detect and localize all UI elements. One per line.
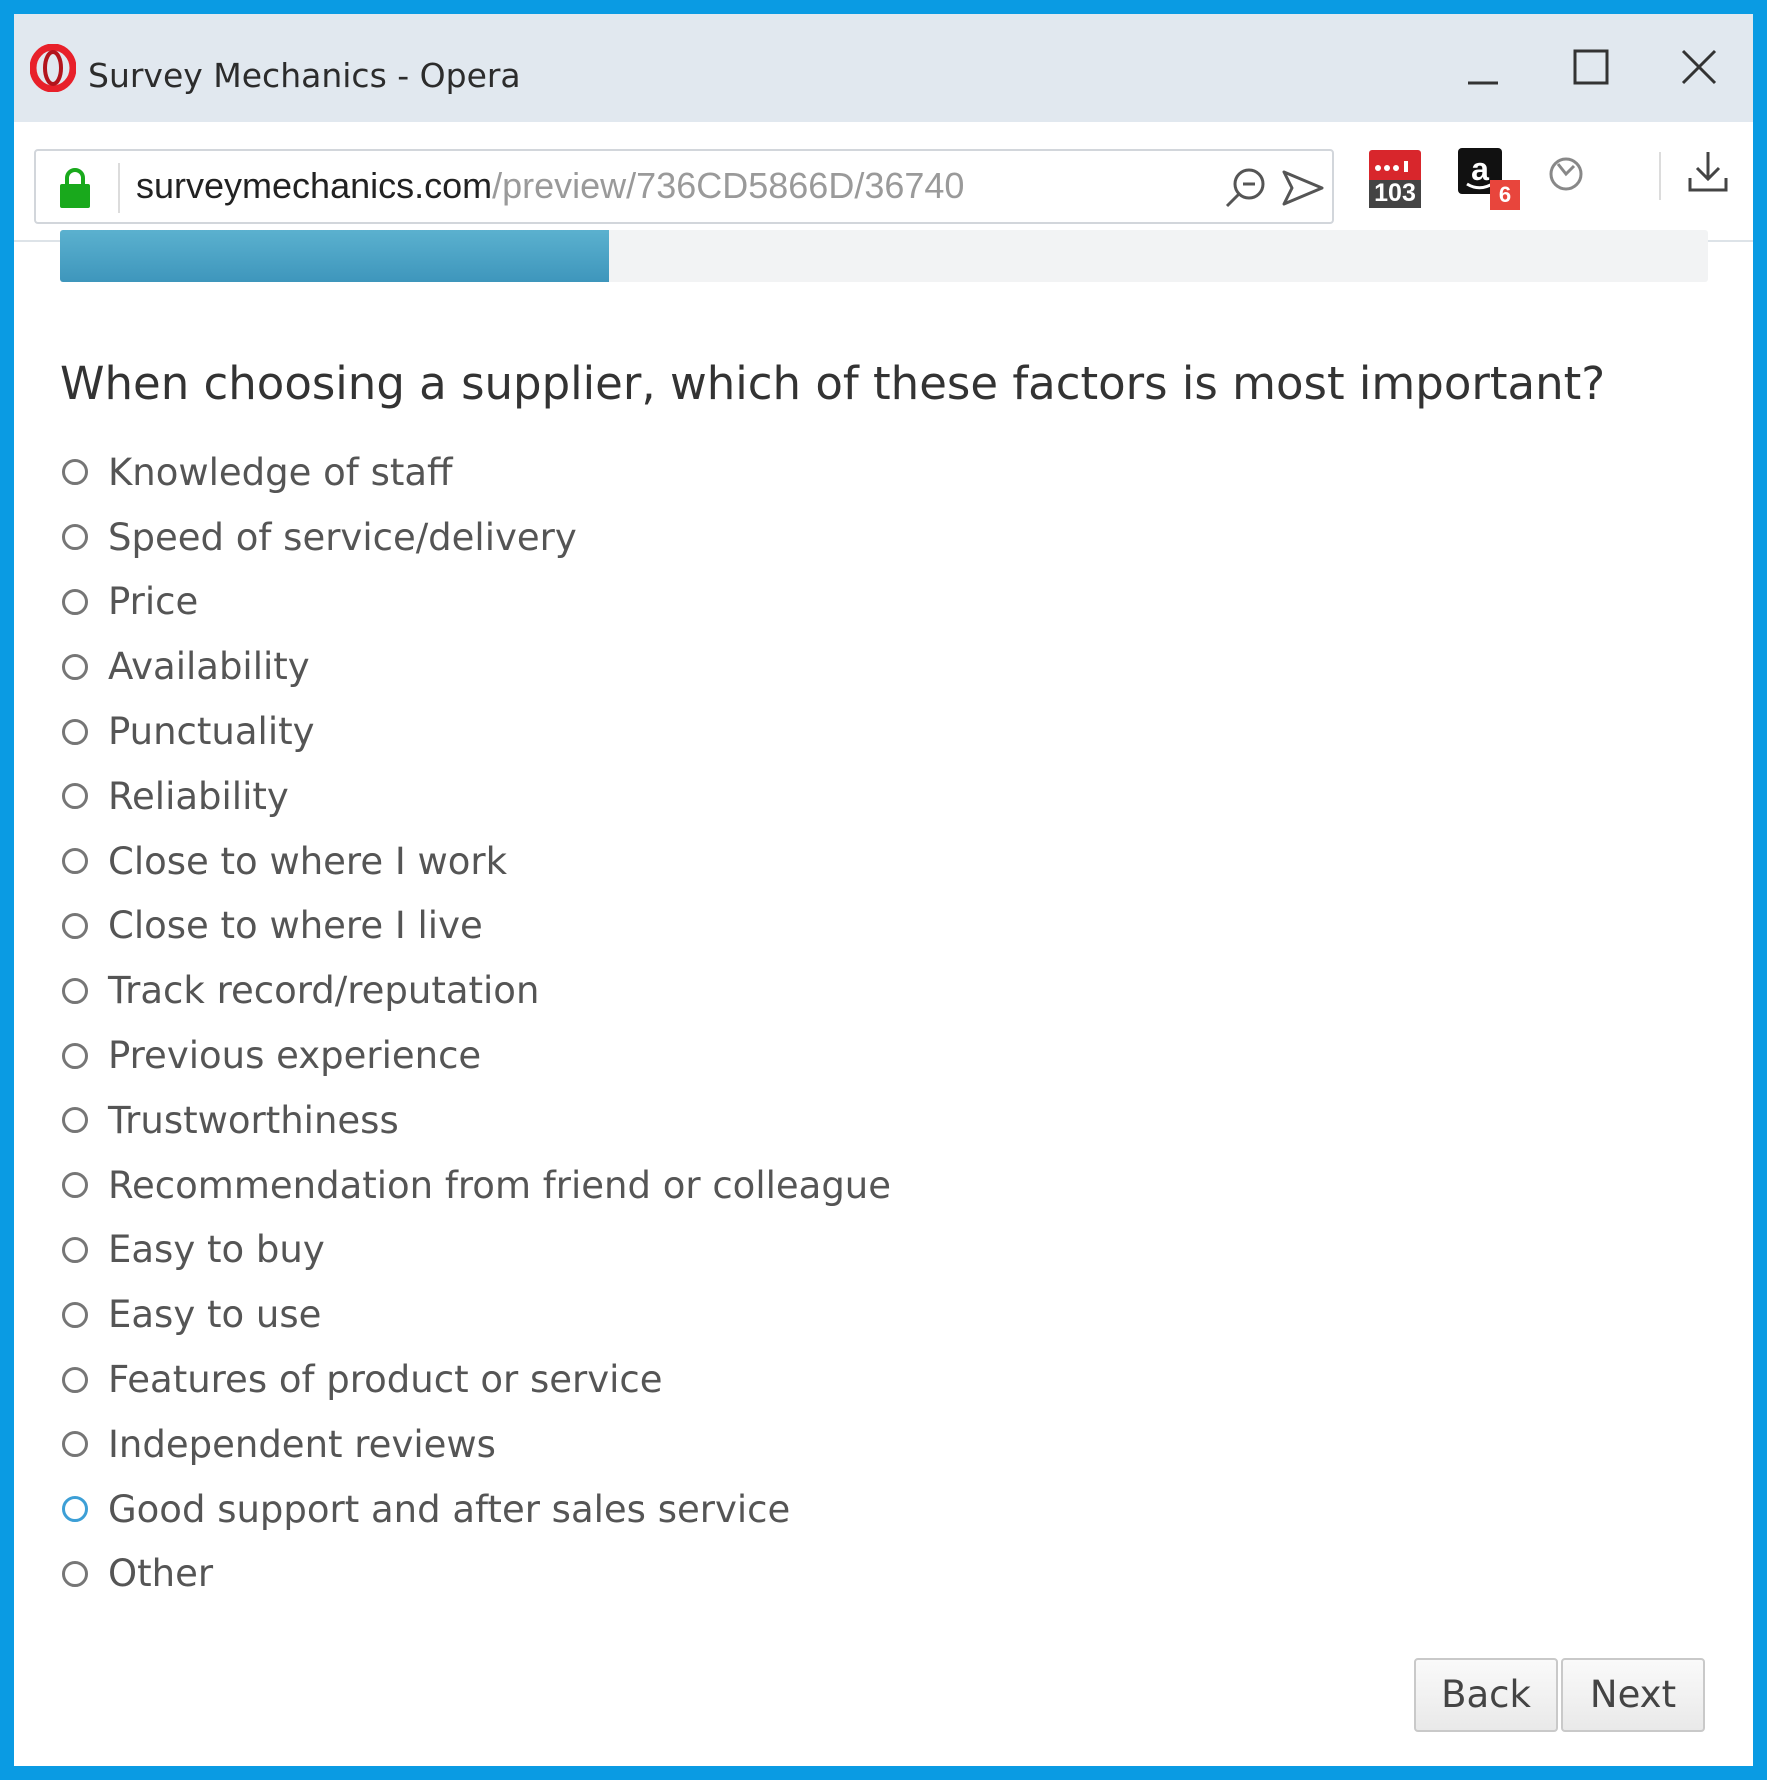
survey-question: When choosing a supplier, which of these… <box>60 357 1606 410</box>
option-label[interactable]: Knowledge of staff <box>108 451 453 494</box>
minimize-icon[interactable] <box>1454 39 1512 97</box>
radio-button[interactable] <box>62 588 88 615</box>
close-icon[interactable] <box>1670 39 1728 97</box>
answer-option[interactable]: Features of product or service <box>60 1347 891 1412</box>
radio-button[interactable] <box>62 912 88 939</box>
next-button[interactable]: Next <box>1561 1658 1705 1732</box>
radio-button[interactable] <box>62 1496 88 1523</box>
vpn-extension-icon[interactable] <box>1546 154 1586 194</box>
radio-button[interactable] <box>62 848 88 875</box>
answer-option[interactable]: Other <box>60 1542 891 1607</box>
radio-button[interactable] <box>62 783 88 810</box>
survey-progress-fill <box>60 230 609 282</box>
option-label[interactable]: Good support and after sales service <box>108 1488 790 1531</box>
radio-button[interactable] <box>62 718 88 745</box>
option-label[interactable]: Punctuality <box>108 710 315 753</box>
url-text[interactable]: surveymechanics.com/preview/736CD5866D/3… <box>136 165 964 207</box>
option-label[interactable]: Close to where I live <box>108 904 483 947</box>
option-label[interactable]: Availability <box>108 645 310 688</box>
answer-options: Knowledge of staff Speed of service/deliv… <box>60 440 891 1606</box>
search-icon[interactable] <box>1222 165 1268 211</box>
radio-button[interactable] <box>62 1560 88 1587</box>
toolbar-divider <box>1659 152 1661 200</box>
answer-option[interactable]: Availability <box>60 634 891 699</box>
answer-option[interactable]: Knowledge of staff <box>60 440 891 505</box>
option-label[interactable]: Easy to use <box>108 1293 321 1336</box>
amazon-extension-icon[interactable]: a 6 <box>1458 148 1524 212</box>
answer-option[interactable]: Easy to buy <box>60 1218 891 1283</box>
radio-button[interactable] <box>62 977 88 1004</box>
url-host: surveymechanics.com <box>136 165 493 206</box>
opera-logo-icon[interactable] <box>29 43 77 93</box>
window-title: Survey Mechanics - Opera <box>88 56 521 95</box>
answer-option[interactable]: Good support and after sales service <box>60 1477 891 1542</box>
answer-option[interactable]: Price <box>60 570 891 635</box>
counter-extension-icon[interactable]: 103 <box>1367 148 1423 210</box>
radio-button[interactable] <box>62 459 88 486</box>
answer-option[interactable]: Independent reviews <box>60 1412 891 1477</box>
option-label[interactable]: Features of product or service <box>108 1358 663 1401</box>
answer-option[interactable]: Track record/reputation <box>60 958 891 1023</box>
option-label[interactable]: Reliability <box>108 775 289 818</box>
url-divider <box>118 163 120 213</box>
address-bar[interactable]: surveymechanics.com/preview/736CD5866D/3… <box>34 149 1334 224</box>
title-bar: Survey Mechanics - Opera <box>14 14 1753 122</box>
option-label[interactable]: Recommendation from friend or colleague <box>108 1164 891 1207</box>
option-label[interactable]: Track record/reputation <box>108 969 539 1012</box>
answer-option[interactable]: Recommendation from friend or colleague <box>60 1153 891 1218</box>
radio-button[interactable] <box>62 1236 88 1263</box>
option-label[interactable]: Previous experience <box>108 1034 481 1077</box>
radio-button[interactable] <box>62 1107 88 1134</box>
option-label[interactable]: Other <box>108 1552 213 1595</box>
answer-option[interactable]: Trustworthiness <box>60 1088 891 1153</box>
lock-icon <box>58 167 92 209</box>
browser-window: Survey Mechanics - Opera surveymechanics… <box>0 0 1767 1780</box>
option-label[interactable]: Easy to buy <box>108 1228 325 1271</box>
browser-toolbar: surveymechanics.com/preview/736CD5866D/3… <box>14 122 1753 242</box>
radio-button[interactable] <box>62 653 88 680</box>
answer-option[interactable]: Speed of service/delivery <box>60 505 891 570</box>
radio-button[interactable] <box>62 1366 88 1393</box>
answer-option[interactable]: Punctuality <box>60 699 891 764</box>
radio-button[interactable] <box>62 524 88 551</box>
radio-button[interactable] <box>62 1301 88 1328</box>
option-label[interactable]: Speed of service/delivery <box>108 516 577 559</box>
answer-option[interactable]: Close to where I work <box>60 829 891 894</box>
send-icon[interactable] <box>1280 165 1326 211</box>
answer-option[interactable]: Close to where I live <box>60 894 891 959</box>
svg-text:a: a <box>1471 151 1489 187</box>
url-path: /preview/736CD5866D/36740 <box>492 165 965 206</box>
option-label[interactable]: Independent reviews <box>108 1423 496 1466</box>
maximize-icon[interactable] <box>1562 39 1620 97</box>
radio-button[interactable] <box>62 1172 88 1199</box>
answer-option[interactable]: Reliability <box>60 764 891 829</box>
amazon-badge: 6 <box>1490 180 1520 210</box>
radio-button[interactable] <box>62 1042 88 1069</box>
option-label[interactable]: Close to where I work <box>108 840 507 883</box>
back-button[interactable]: Back <box>1414 1658 1558 1732</box>
counter-badge: 103 <box>1374 179 1416 207</box>
answer-option[interactable]: Previous experience <box>60 1023 891 1088</box>
answer-option[interactable]: Easy to use <box>60 1282 891 1347</box>
radio-button[interactable] <box>62 1431 88 1458</box>
option-label[interactable]: Trustworthiness <box>108 1099 399 1142</box>
option-label[interactable]: Price <box>108 580 198 623</box>
survey-progress-bar <box>60 230 1708 282</box>
download-icon[interactable] <box>1686 148 1730 196</box>
